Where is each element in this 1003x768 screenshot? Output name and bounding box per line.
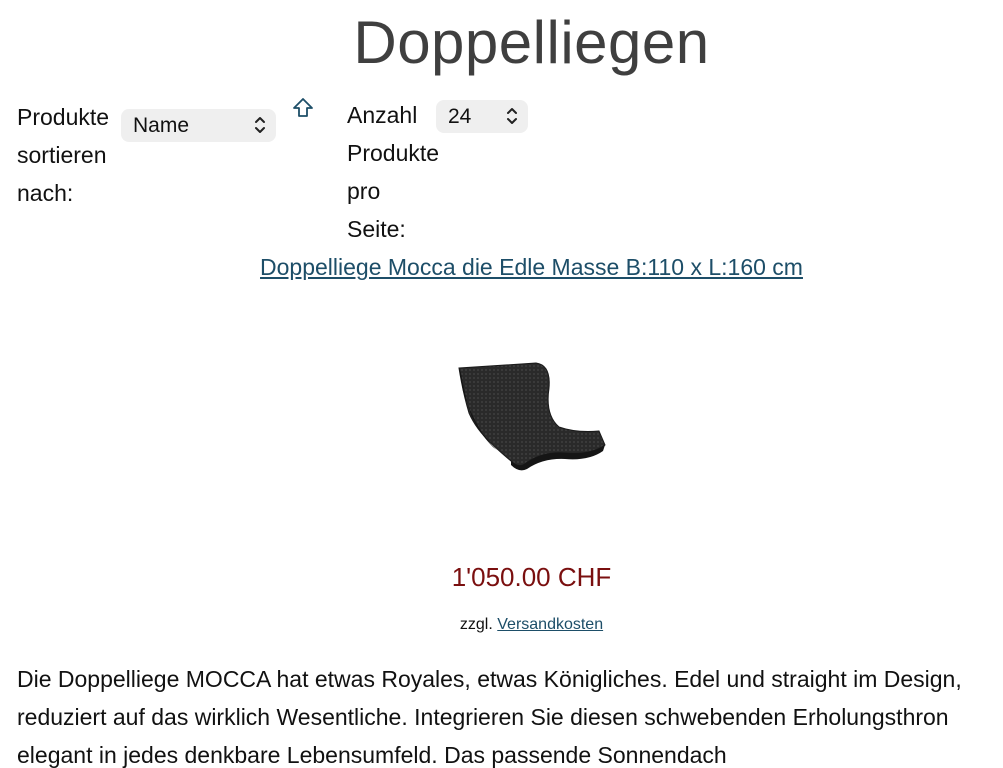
sort-select-value: Name [133,113,190,137]
chevron-updown-icon [506,104,518,129]
product-image[interactable] [441,353,621,478]
page-title: Doppelliegen [353,9,710,76]
sort-direction-up-icon[interactable] [291,96,315,120]
per-page-label: Anzahl Produkte pro Seite: [347,102,440,242]
sort-select[interactable]: Name [121,109,276,142]
per-page-select-value: 24 [448,104,472,128]
product-title-link[interactable]: Doppelliege Mocca die Edle Masse B:110 x… [0,254,1003,281]
product-price: 1'050.00 CHF [451,562,612,592]
chevron-updown-icon [254,113,266,138]
per-page-select[interactable]: 24 [436,100,528,133]
shipping-prefix: zzgl. [459,616,493,633]
sort-label: Produkte sortieren nach: [17,104,110,206]
shipping-note: zzgl. Versandkosten [0,616,1003,634]
shipping-costs-link[interactable]: Versandkosten [497,616,603,633]
product-description: Die Doppelliege MOCCA hat etwas Royales,… [17,666,962,768]
